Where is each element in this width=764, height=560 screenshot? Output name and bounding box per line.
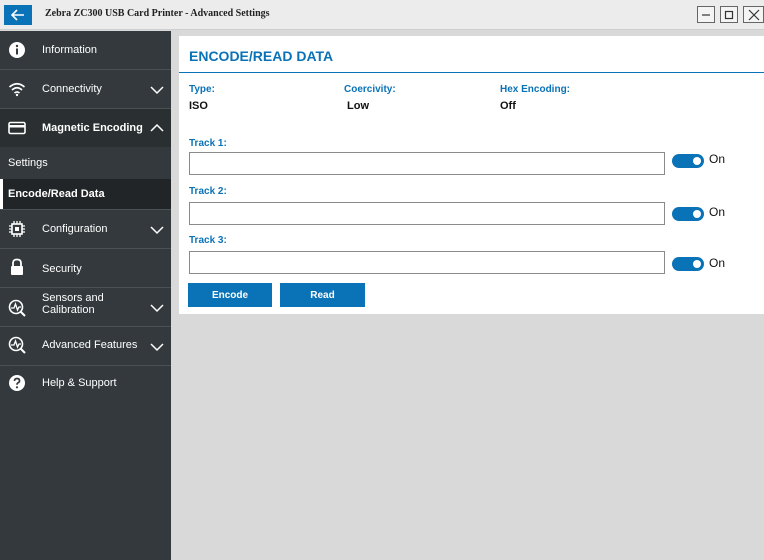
page-title: ENCODE/READ DATA bbox=[189, 48, 334, 64]
sidebar-item-label: Magnetic Encoding bbox=[42, 122, 143, 134]
chevron-down-icon[interactable] bbox=[150, 303, 164, 313]
wifi-icon bbox=[8, 80, 26, 98]
chevron-down-icon[interactable] bbox=[150, 342, 164, 352]
title-bar: Zebra ZC300 USB Card Printer - Advanced … bbox=[0, 0, 764, 30]
lock-icon bbox=[8, 258, 26, 276]
back-button[interactable] bbox=[4, 5, 32, 25]
track-3-toggle-label: On bbox=[709, 256, 726, 270]
maximize-icon bbox=[724, 10, 734, 19]
hex-encoding-label: Hex Encoding: bbox=[500, 84, 571, 95]
title-divider bbox=[179, 72, 764, 73]
sidebar-item-help-support[interactable]: Help & Support bbox=[0, 366, 171, 404]
sidebar-item-label-line: Calibration bbox=[42, 304, 95, 316]
sidebar-subitem-label: Settings bbox=[8, 157, 48, 169]
sidebar-item-label: Help & Support bbox=[42, 377, 117, 389]
sidebar-item-label: Configuration bbox=[42, 223, 108, 235]
gauge-icon bbox=[8, 336, 26, 354]
track-1-toggle-label: On bbox=[709, 152, 726, 166]
track-2-toggle-label: On bbox=[709, 205, 726, 219]
arrow-left-icon bbox=[11, 9, 24, 21]
minimize-button[interactable] bbox=[697, 6, 715, 23]
toggle-knob bbox=[693, 260, 701, 268]
sidebar-item-connectivity[interactable]: Connectivity bbox=[0, 70, 171, 108]
track-2-toggle[interactable] bbox=[672, 207, 704, 221]
read-button[interactable]: Read bbox=[280, 283, 365, 307]
toggle-knob bbox=[693, 157, 701, 165]
type-label: Type: bbox=[189, 84, 215, 95]
sidebar-item-configuration[interactable]: Configuration bbox=[0, 210, 171, 248]
sensor-icon bbox=[8, 299, 26, 317]
type-value: ISO bbox=[189, 100, 208, 112]
chevron-down-icon[interactable] bbox=[150, 85, 164, 95]
sidebar-item-label: Sensors and Calibration bbox=[42, 292, 104, 316]
sidebar-item-advanced-features[interactable]: Advanced Features bbox=[0, 327, 171, 365]
sidebar: Information Connectivity Magnetic Encodi… bbox=[0, 31, 171, 560]
chevron-down-icon[interactable] bbox=[150, 225, 164, 235]
sidebar-item-label: Advanced Features bbox=[42, 339, 138, 351]
track-1-input[interactable] bbox=[189, 152, 665, 175]
sidebar-subitem-label: Encode/Read Data bbox=[8, 188, 105, 200]
sidebar-item-information[interactable]: Information bbox=[0, 31, 171, 69]
sidebar-item-label-line: Sensors and bbox=[42, 292, 104, 304]
track-1-label: Track 1: bbox=[189, 138, 227, 149]
sidebar-subitem-settings[interactable]: Settings bbox=[0, 148, 171, 178]
track-3-input[interactable] bbox=[189, 251, 665, 274]
sidebar-item-sensors-calibration[interactable]: Sensors and Calibration bbox=[0, 288, 171, 326]
encode-read-panel: ENCODE/READ DATA Type: ISO Coercivity: L… bbox=[179, 36, 764, 314]
track-2-label: Track 2: bbox=[189, 186, 227, 197]
maximize-button[interactable] bbox=[720, 6, 738, 23]
track-3-label: Track 3: bbox=[189, 235, 227, 246]
hex-encoding-value: Off bbox=[500, 100, 516, 112]
card-icon bbox=[8, 119, 26, 137]
chip-icon bbox=[8, 220, 26, 238]
encode-button[interactable]: Encode bbox=[188, 283, 272, 307]
chevron-up-icon[interactable] bbox=[150, 122, 164, 132]
sidebar-item-label: Security bbox=[42, 263, 82, 275]
coercivity-value: Low bbox=[347, 100, 369, 112]
close-button[interactable] bbox=[743, 6, 764, 23]
track-2-input[interactable] bbox=[189, 202, 665, 225]
close-icon bbox=[748, 9, 759, 20]
minimize-icon bbox=[702, 13, 710, 16]
sidebar-subitem-encode-read-data[interactable]: Encode/Read Data bbox=[0, 179, 171, 209]
sidebar-item-security[interactable]: Security bbox=[0, 249, 171, 287]
sidebar-item-magnetic-encoding[interactable]: Magnetic Encoding bbox=[0, 109, 171, 147]
window-title: Zebra ZC300 USB Card Printer - Advanced … bbox=[45, 8, 270, 19]
info-icon bbox=[8, 41, 26, 59]
coercivity-label: Coercivity: bbox=[344, 84, 396, 95]
sidebar-item-label: Information bbox=[42, 44, 98, 56]
sidebar-item-label: Connectivity bbox=[42, 83, 102, 95]
track-3-toggle[interactable] bbox=[672, 257, 704, 271]
help-icon bbox=[8, 374, 26, 392]
toggle-knob bbox=[693, 210, 701, 218]
track-1-toggle[interactable] bbox=[672, 154, 704, 168]
